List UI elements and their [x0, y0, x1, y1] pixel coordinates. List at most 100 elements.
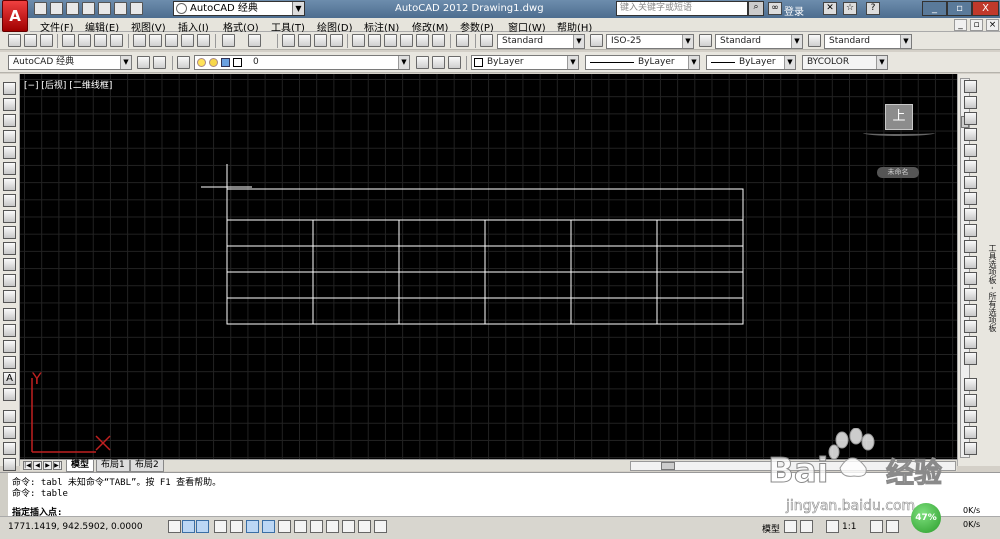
doc-restore-button[interactable]: ▫: [970, 19, 983, 31]
last-tab-icon[interactable]: ▶|: [53, 461, 62, 470]
multiline-text-icon[interactable]: A: [3, 372, 16, 385]
gear-icon[interactable]: [137, 56, 150, 69]
draw-order-icon[interactable]: [964, 378, 977, 391]
plot-preview-icon[interactable]: [78, 34, 91, 47]
prev-tab-icon[interactable]: ◀: [33, 461, 42, 470]
quick-view-drawings-icon[interactable]: [800, 520, 813, 533]
dimension-style-select[interactable]: ISO-25 ▼: [606, 34, 694, 49]
offset-icon[interactable]: [964, 128, 977, 141]
stretch-icon[interactable]: [964, 208, 977, 221]
erase-icon[interactable]: [964, 80, 977, 93]
undo-icon[interactable]: [222, 34, 235, 47]
break-icon[interactable]: [964, 272, 977, 285]
point-icon[interactable]: [3, 290, 16, 303]
linetype-select[interactable]: ByLayer ▼: [585, 55, 700, 70]
revision-cloud-icon[interactable]: [3, 194, 16, 207]
layer-previous-icon[interactable]: [432, 56, 445, 69]
bring-above-icon[interactable]: [964, 426, 977, 439]
dimension-style-icon[interactable]: [590, 34, 603, 47]
otrack-toggle[interactable]: [278, 520, 291, 533]
paste-icon[interactable]: [165, 34, 178, 47]
command-window-grip[interactable]: [0, 473, 8, 517]
bring-front-icon[interactable]: [964, 394, 977, 407]
multileader-style-icon[interactable]: [808, 34, 821, 47]
annotation-visibility-icon[interactable]: [870, 520, 883, 533]
scrollbar-thumb[interactable]: [661, 462, 675, 470]
snap-toggle[interactable]: [182, 520, 195, 533]
color-select[interactable]: ByLayer ▼: [471, 55, 579, 70]
layer-states-icon[interactable]: [448, 56, 461, 69]
dyn-toggle[interactable]: [310, 520, 323, 533]
next-tab-icon[interactable]: ▶: [43, 461, 52, 470]
add-selected-icon[interactable]: [3, 388, 16, 401]
ortho-toggle[interactable]: [214, 520, 227, 533]
help-icon[interactable]: [456, 34, 469, 47]
table-style-select[interactable]: Standard ▼: [715, 34, 803, 49]
circle-icon[interactable]: [3, 178, 16, 191]
print-icon[interactable]: [98, 2, 111, 15]
3d-view-icon[interactable]: [3, 410, 16, 423]
quick-properties-toggle[interactable]: [358, 520, 371, 533]
zoom-realtime-icon[interactable]: [298, 34, 311, 47]
layer-manager-icon[interactable]: [177, 56, 190, 69]
cut-icon[interactable]: [133, 34, 146, 47]
first-tab-icon[interactable]: |◀: [23, 461, 32, 470]
markup-icon[interactable]: [416, 34, 429, 47]
make-block-icon[interactable]: [3, 274, 16, 287]
mirror-icon[interactable]: [964, 112, 977, 125]
text-style-icon[interactable]: [480, 34, 493, 47]
orbit-icon[interactable]: [3, 458, 16, 471]
polar-toggle[interactable]: [230, 520, 243, 533]
application-menu-button[interactable]: A: [2, 0, 28, 32]
properties-icon[interactable]: [352, 34, 365, 47]
design-center-icon[interactable]: [368, 34, 381, 47]
quick-view-layouts-icon[interactable]: [784, 520, 797, 533]
close-button[interactable]: X: [972, 1, 999, 16]
line-icon[interactable]: [3, 82, 16, 95]
send-back-icon[interactable]: [964, 410, 977, 423]
ellipse-icon[interactable]: [3, 226, 16, 239]
pan-icon[interactable]: [282, 34, 295, 47]
trim-icon[interactable]: [964, 224, 977, 237]
arc-icon[interactable]: [3, 162, 16, 175]
layer-select[interactable]: 0 ▼: [194, 55, 410, 70]
save-icon[interactable]: [40, 34, 53, 47]
spline-icon[interactable]: [3, 210, 16, 223]
lineweight-select[interactable]: ByLayer ▼: [706, 55, 796, 70]
horizontal-scrollbar[interactable]: [630, 461, 956, 471]
extend-icon[interactable]: [964, 240, 977, 253]
workspace-select-secondary[interactable]: AutoCAD 经典 ▼: [8, 55, 132, 70]
annotation-scale-icon[interactable]: [826, 520, 839, 533]
sheet-set-icon[interactable]: [400, 34, 413, 47]
table-style-icon[interactable]: [699, 34, 712, 47]
plotstyle-select[interactable]: BYCOLOR ▼: [802, 55, 888, 70]
annotation-scale-value[interactable]: 1:1: [842, 522, 856, 532]
rectangle-icon[interactable]: [3, 146, 16, 159]
doc-close-button[interactable]: ×: [986, 19, 999, 31]
plot-icon[interactable]: [62, 34, 75, 47]
3d-osnap-toggle[interactable]: [262, 520, 275, 533]
search-input[interactable]: 键入关键字或短语: [616, 1, 748, 16]
redo-icon[interactable]: [248, 34, 261, 47]
zoom-previous-icon[interactable]: [330, 34, 343, 47]
open-icon[interactable]: [24, 34, 37, 47]
selection-cycling-toggle[interactable]: [374, 520, 387, 533]
chamfer-icon[interactable]: [964, 304, 977, 317]
insert-block-icon[interactable]: [3, 258, 16, 271]
customize-icon[interactable]: [153, 56, 166, 69]
save-icon[interactable]: [66, 2, 79, 15]
scale-icon[interactable]: [964, 192, 977, 205]
new-icon[interactable]: [34, 2, 47, 15]
fillet-icon[interactable]: [964, 320, 977, 333]
zoom-window-icon[interactable]: [314, 34, 327, 47]
send-under-icon[interactable]: [964, 442, 977, 455]
drawing-canvas[interactable]: [−] [后视] [二维线框] Y 上 未命名: [20, 74, 957, 460]
auto-scale-icon[interactable]: [886, 520, 899, 533]
maximize-button[interactable]: ▫: [947, 1, 972, 16]
tab-layout2[interactable]: 布局2: [130, 460, 164, 472]
table-icon[interactable]: [3, 356, 16, 369]
gradient-icon[interactable]: [3, 324, 16, 337]
hatch-icon[interactable]: [3, 308, 16, 321]
redo-icon[interactable]: [130, 2, 143, 15]
match-properties-icon[interactable]: [181, 34, 194, 47]
